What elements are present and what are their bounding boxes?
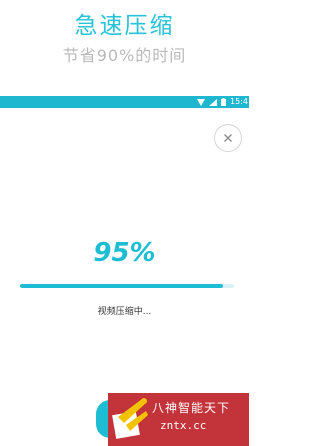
progress-status-text: 视频压缩中... <box>97 307 152 317</box>
promo-banner: 急速压缩 节省90%的时间 <box>0 0 249 96</box>
progress-bar <box>20 284 234 288</box>
promo-subtitle: 节省90%的时间 <box>62 46 187 65</box>
wifi-icon <box>197 98 206 106</box>
progress-percent: 95% <box>93 238 156 268</box>
watermark-domain: zntx.cc <box>160 419 207 432</box>
progress-fill <box>20 284 224 288</box>
watermark-name: 八神智能天下 <box>152 401 231 415</box>
status-bar: 15:4 <box>0 96 249 108</box>
promo-title: 急速压缩 <box>74 13 175 39</box>
status-time: 15:4 <box>230 97 248 106</box>
watermark-logo-icon <box>112 398 148 439</box>
close-button[interactable] <box>214 124 242 152</box>
signal-icon <box>209 98 218 106</box>
watermark-overlay: 八神智能天下 zntx.cc <box>108 393 249 446</box>
battery-icon <box>221 98 227 106</box>
status-icons: 15:4 <box>197 96 249 108</box>
close-icon <box>224 134 232 142</box>
